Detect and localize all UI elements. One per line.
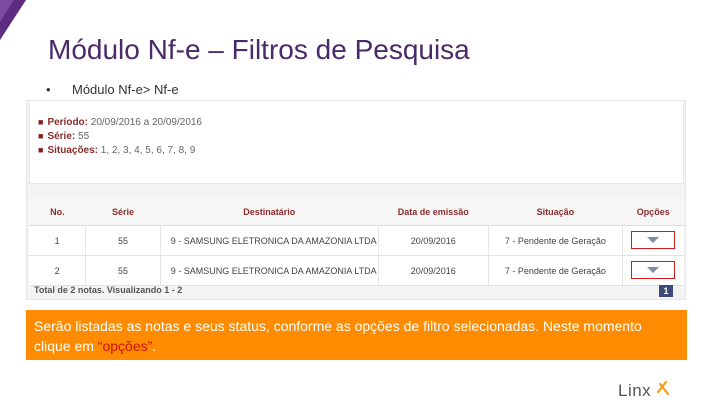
options-dropdown-button[interactable] <box>631 230 676 249</box>
table-row[interactable]: 1 55 9 - SAMSUNG ELETRONICA DA AMAZONIA … <box>29 225 684 256</box>
col-header-no[interactable]: No. <box>29 198 86 226</box>
filter-status: ■ Situações: 1, 2, 3, 4, 5, 6, 7, 8, 9 <box>38 145 196 156</box>
col-header-issue-date[interactable]: Data de emissão <box>378 198 489 226</box>
cell-recipient: 9 - SAMSUNG ELETRONICA DA AMAZONIA LTDA <box>160 255 379 286</box>
slide-title: Módulo Nf-e – Filtros de Pesquisa <box>48 34 470 65</box>
table-header-row: No. Série Destinatário Data de emissão S… <box>29 198 684 226</box>
pagination-page-1[interactable]: 1 <box>659 285 673 297</box>
cell-series: 55 <box>85 255 161 286</box>
cell-series: 55 <box>85 225 161 256</box>
filter-series: ■ Série: 55 <box>38 131 90 142</box>
corner-decoration <box>0 0 26 40</box>
callout-end: . <box>152 338 157 354</box>
table-row[interactable]: 2 55 9 - SAMSUNG ELETRONICA DA AMAZONIA … <box>29 255 684 286</box>
callout-highlight: “opções” <box>97 338 153 354</box>
filter-period: ■ Período: 20/09/2016 a 20/09/2016 <box>38 117 202 128</box>
linx-logo: Linx <box>618 381 652 400</box>
col-header-status[interactable]: Situação <box>488 198 623 226</box>
cell-status: 7 - Pendente de Geração <box>488 255 623 286</box>
slide-bullet: • Módulo Nf-e> Nf-e <box>46 82 179 97</box>
cell-issue-date: 20/09/2016 <box>378 255 489 286</box>
col-header-options: Opções <box>622 198 684 226</box>
cell-options <box>622 225 684 256</box>
instruction-callout: Serão listadas as notas e seus status, c… <box>26 310 687 360</box>
cell-issue-date: 20/09/2016 <box>378 225 489 256</box>
cell-recipient: 9 - SAMSUNG ELETRONICA DA AMAZONIA LTDA <box>160 225 379 256</box>
caret-down-icon <box>647 236 660 243</box>
cell-no: 2 <box>29 255 87 286</box>
filter-summary: ■ Período: 20/09/2016 a 20/09/2016 ■ Série… <box>29 100 684 184</box>
bullet-text: Módulo Nf-e> Nf-e <box>72 82 179 97</box>
cell-options <box>622 255 684 286</box>
results-table: No. Série Destinatário Data de emissão S… <box>29 198 684 286</box>
caret-down-icon <box>647 266 660 273</box>
cell-no: 1 <box>29 225 87 256</box>
cell-status: 7 - Pendente de Geração <box>488 225 623 256</box>
options-dropdown-button[interactable] <box>631 260 676 279</box>
col-header-series[interactable]: Série <box>85 198 161 226</box>
col-header-recipient[interactable]: Destinatário <box>160 198 379 226</box>
results-total: Total de 2 notas. Visualizando 1 - 2 <box>34 285 183 295</box>
bullet-dot: • <box>46 82 51 97</box>
